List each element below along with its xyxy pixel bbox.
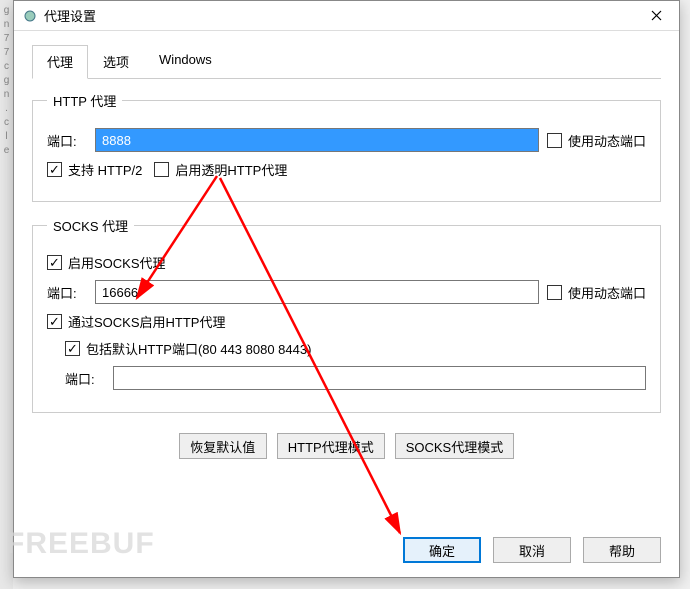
default-ports-checkbox[interactable]: 包括默认HTTP端口(80 443 8080 8443) [65, 339, 311, 358]
socks-legend: SOCKS 代理 [47, 216, 134, 235]
socks-port-input[interactable] [95, 280, 539, 304]
transparent-label: 启用透明HTTP代理 [175, 160, 287, 179]
http-via-socks-checkbox[interactable]: 通过SOCKS启用HTTP代理 [47, 312, 225, 331]
titlebar: 代理设置 [14, 1, 679, 31]
http-dyn-port-checkbox[interactable]: 使用动态端口 [547, 131, 646, 150]
tab-options[interactable]: 选项 [88, 45, 144, 79]
http2-label: 支持 HTTP/2 [68, 160, 142, 179]
extra-port-input[interactable] [113, 366, 646, 390]
transparent-checkbox[interactable]: 启用透明HTTP代理 [154, 160, 287, 179]
http-dyn-port-label: 使用动态端口 [568, 131, 646, 150]
socks-mode-button[interactable]: SOCKS代理模式 [395, 433, 515, 459]
proxy-settings-dialog: 代理设置 代理 选项 Windows HTTP 代理 端口: 使用动态端口 [13, 0, 680, 578]
enable-socks-checkbox[interactable]: 启用SOCKS代理 [47, 253, 166, 272]
http-legend: HTTP 代理 [47, 91, 122, 110]
close-button[interactable] [633, 1, 679, 31]
extra-port-label: 端口: [65, 369, 105, 388]
http-port-label: 端口: [47, 131, 87, 150]
restore-defaults-button[interactable]: 恢复默认值 [179, 433, 267, 459]
socks-port-input-wrap [95, 280, 539, 304]
obscured-background: gn77cgn.cle [0, 0, 13, 589]
default-ports-label: 包括默认HTTP端口(80 443 8080 8443) [86, 339, 311, 358]
close-icon [651, 10, 662, 21]
ok-button[interactable]: 确定 [403, 537, 481, 563]
socks-dyn-port-checkbox[interactable]: 使用动态端口 [547, 283, 646, 302]
checkbox-icon [47, 255, 62, 270]
help-button[interactable]: 帮助 [583, 537, 661, 563]
socks-proxy-group: SOCKS 代理 启用SOCKS代理 端口: 使用动态端口 [32, 216, 661, 413]
http2-checkbox[interactable]: 支持 HTTP/2 [47, 160, 142, 179]
http-mode-button[interactable]: HTTP代理模式 [277, 433, 385, 459]
watermark: FREEBUF [6, 527, 155, 561]
tab-proxy[interactable]: 代理 [32, 45, 88, 79]
app-icon [22, 8, 38, 24]
enable-socks-label: 启用SOCKS代理 [68, 253, 166, 272]
checkbox-icon [47, 162, 62, 177]
socks-dyn-port-label: 使用动态端口 [568, 283, 646, 302]
window-title: 代理设置 [44, 6, 633, 25]
tab-strip: 代理 选项 Windows [32, 45, 661, 79]
http-port-input[interactable] [95, 128, 539, 152]
extra-port-input-wrap [113, 366, 646, 390]
checkbox-icon [547, 285, 562, 300]
checkbox-icon [154, 162, 169, 177]
http-proxy-group: HTTP 代理 端口: 使用动态端口 支持 HTTP/2 启用透明H [32, 91, 661, 202]
checkbox-icon [547, 133, 562, 148]
tab-windows[interactable]: Windows [144, 45, 227, 79]
mode-button-row: 恢复默认值 HTTP代理模式 SOCKS代理模式 [32, 433, 661, 459]
http-port-input-wrap [95, 128, 539, 152]
checkbox-icon [65, 341, 80, 356]
cancel-button[interactable]: 取消 [493, 537, 571, 563]
dialog-body: 代理 选项 Windows HTTP 代理 端口: 使用动态端口 支持 HTTP… [14, 31, 679, 525]
http-via-socks-label: 通过SOCKS启用HTTP代理 [68, 312, 225, 331]
checkbox-icon [47, 314, 62, 329]
socks-port-label: 端口: [47, 283, 87, 302]
